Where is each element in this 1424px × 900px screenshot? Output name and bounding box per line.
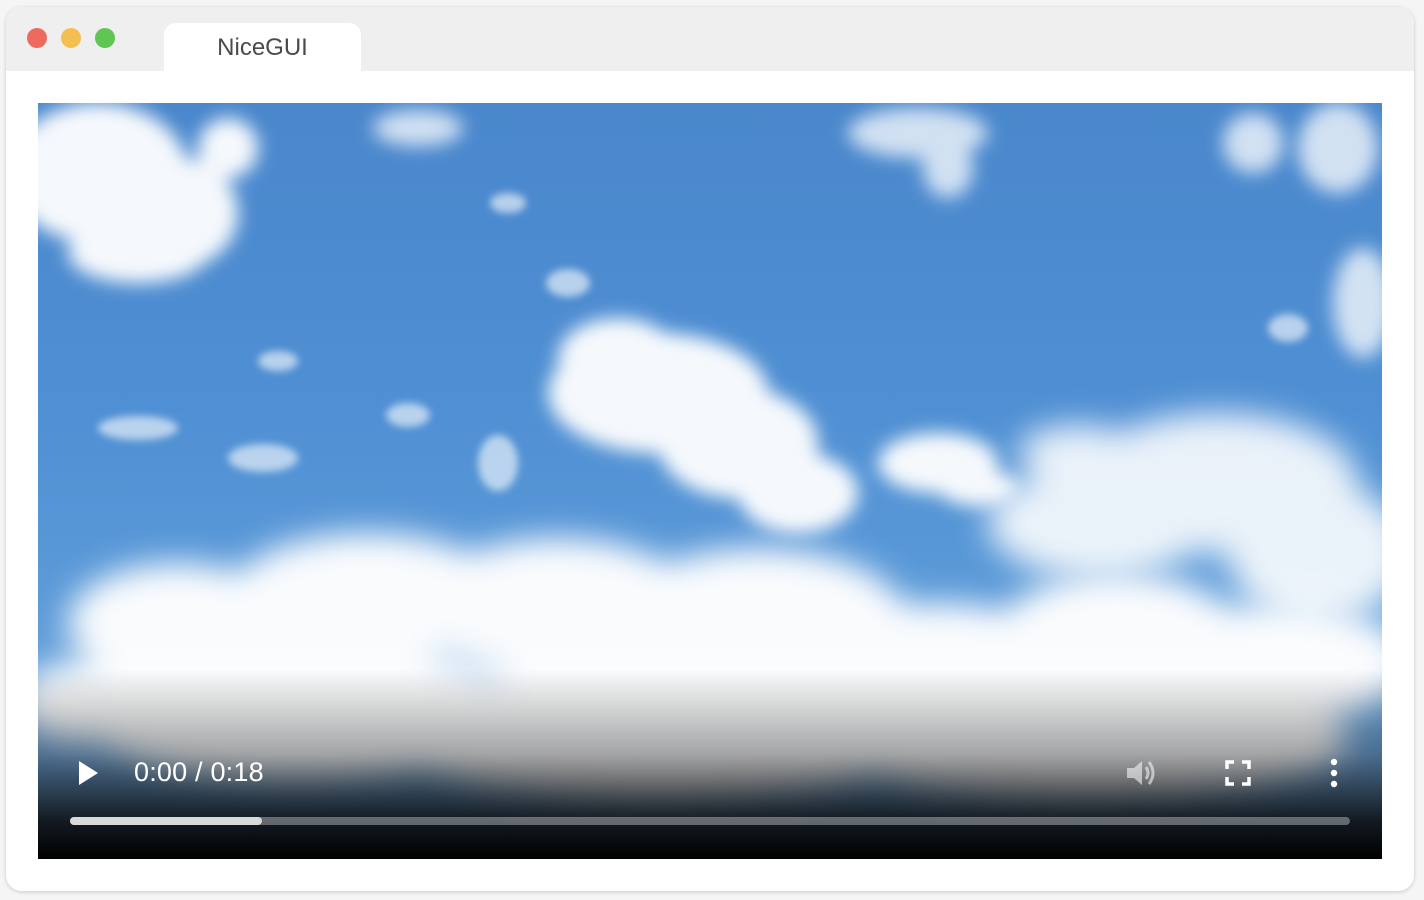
time-display: 0:00 / 0:18 (134, 757, 264, 787)
video-controls: 0:00 / 0:18 (38, 729, 1382, 859)
fullscreen-button[interactable] (1216, 751, 1260, 795)
page-content: 0:00 / 0:18 (6, 71, 1414, 891)
mute-button[interactable] (1120, 751, 1164, 795)
minimize-window-button[interactable] (61, 28, 81, 48)
more-vertical-icon (1330, 758, 1338, 788)
volume-icon (1127, 761, 1155, 785)
title-bar: NiceGUI (6, 7, 1414, 73)
close-window-button[interactable] (27, 28, 47, 48)
browser-window: NiceGUI 0:00 / 0:18 (6, 7, 1414, 891)
zoom-window-button[interactable] (95, 28, 115, 48)
more-options-button[interactable] (1312, 751, 1356, 795)
play-button[interactable] (68, 753, 108, 793)
progress-bar[interactable] (70, 817, 1350, 825)
fullscreen-icon (1225, 760, 1251, 786)
play-icon (79, 761, 98, 785)
video-player[interactable]: 0:00 / 0:18 (38, 103, 1382, 859)
progress-buffered (70, 817, 262, 825)
tab-title: NiceGUI (217, 34, 308, 61)
tab-nicegui[interactable]: NiceGUI (164, 23, 361, 73)
